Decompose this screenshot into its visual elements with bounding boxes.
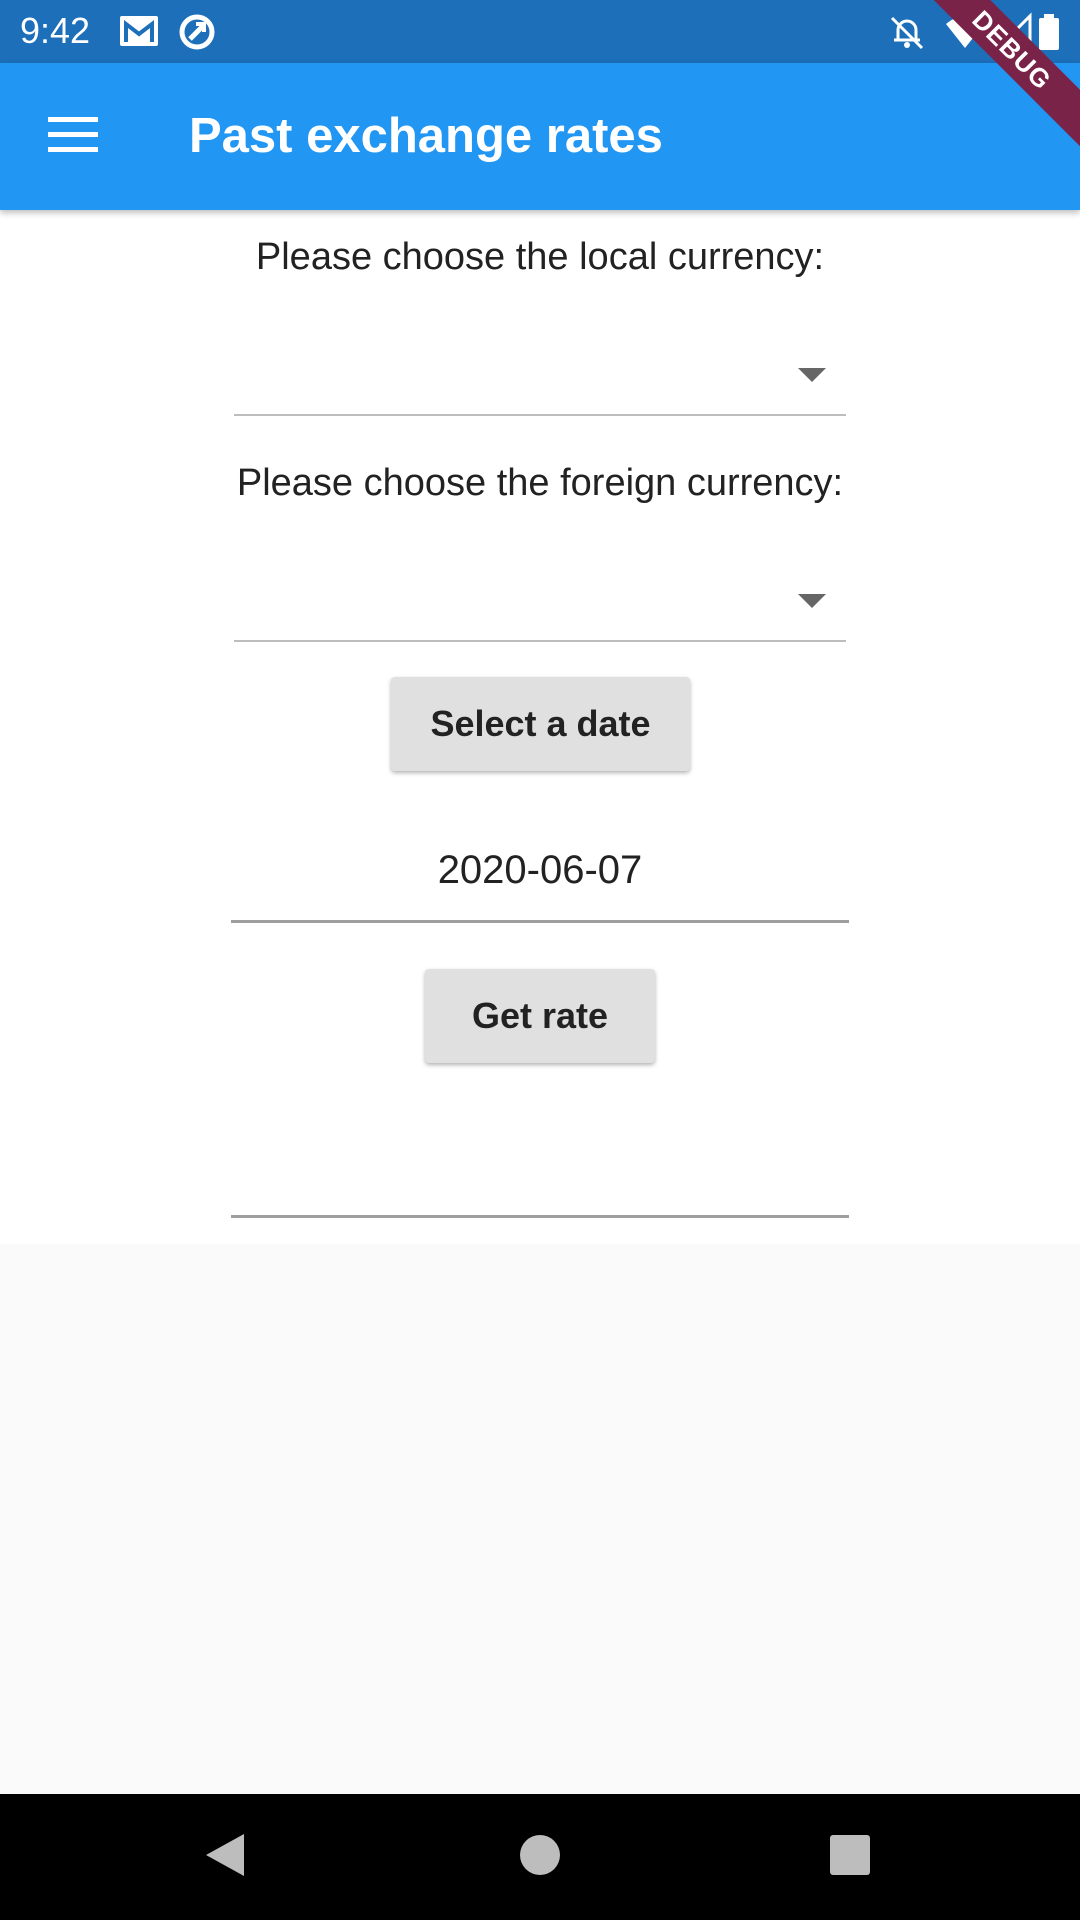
date-field[interactable]: 2020-06-07 (231, 830, 849, 923)
back-icon (202, 1830, 248, 1885)
status-time: 9:42 (20, 10, 91, 51)
screen: 9:42 DEBUG Past exchange rates Please ch… (0, 0, 1080, 1920)
get-rate-button[interactable]: Get rate (425, 969, 655, 1063)
back-button[interactable] (192, 1824, 258, 1890)
chevron-down-icon (798, 368, 826, 382)
menu-icon (48, 116, 98, 158)
local-currency-label: Please choose the local currency: (255, 236, 825, 278)
page-title: Past exchange rates (189, 109, 663, 163)
status-bar: 9:42 (0, 0, 1080, 63)
gmail-icon (118, 12, 160, 52)
notifications-off-icon (886, 12, 928, 52)
main-content: Please choose the local currency: Please… (0, 210, 1080, 1244)
result-field[interactable] (231, 1145, 849, 1218)
sync-icon (176, 12, 218, 52)
chevron-down-icon (798, 594, 826, 608)
app-bar: Past exchange rates (0, 63, 1080, 210)
local-currency-dropdown[interactable] (234, 344, 846, 416)
navigation-bar (0, 1794, 1080, 1920)
recents-icon (829, 1834, 871, 1881)
battery-icon (1034, 12, 1064, 52)
recents-button[interactable] (817, 1824, 883, 1890)
home-button[interactable] (507, 1824, 573, 1890)
home-icon (518, 1833, 562, 1882)
foreign-currency-label: Please choose the foreign currency: (236, 462, 844, 504)
menu-button[interactable] (36, 103, 110, 171)
select-date-button[interactable]: Select a date (391, 677, 690, 771)
foreign-currency-dropdown[interactable] (234, 570, 846, 642)
